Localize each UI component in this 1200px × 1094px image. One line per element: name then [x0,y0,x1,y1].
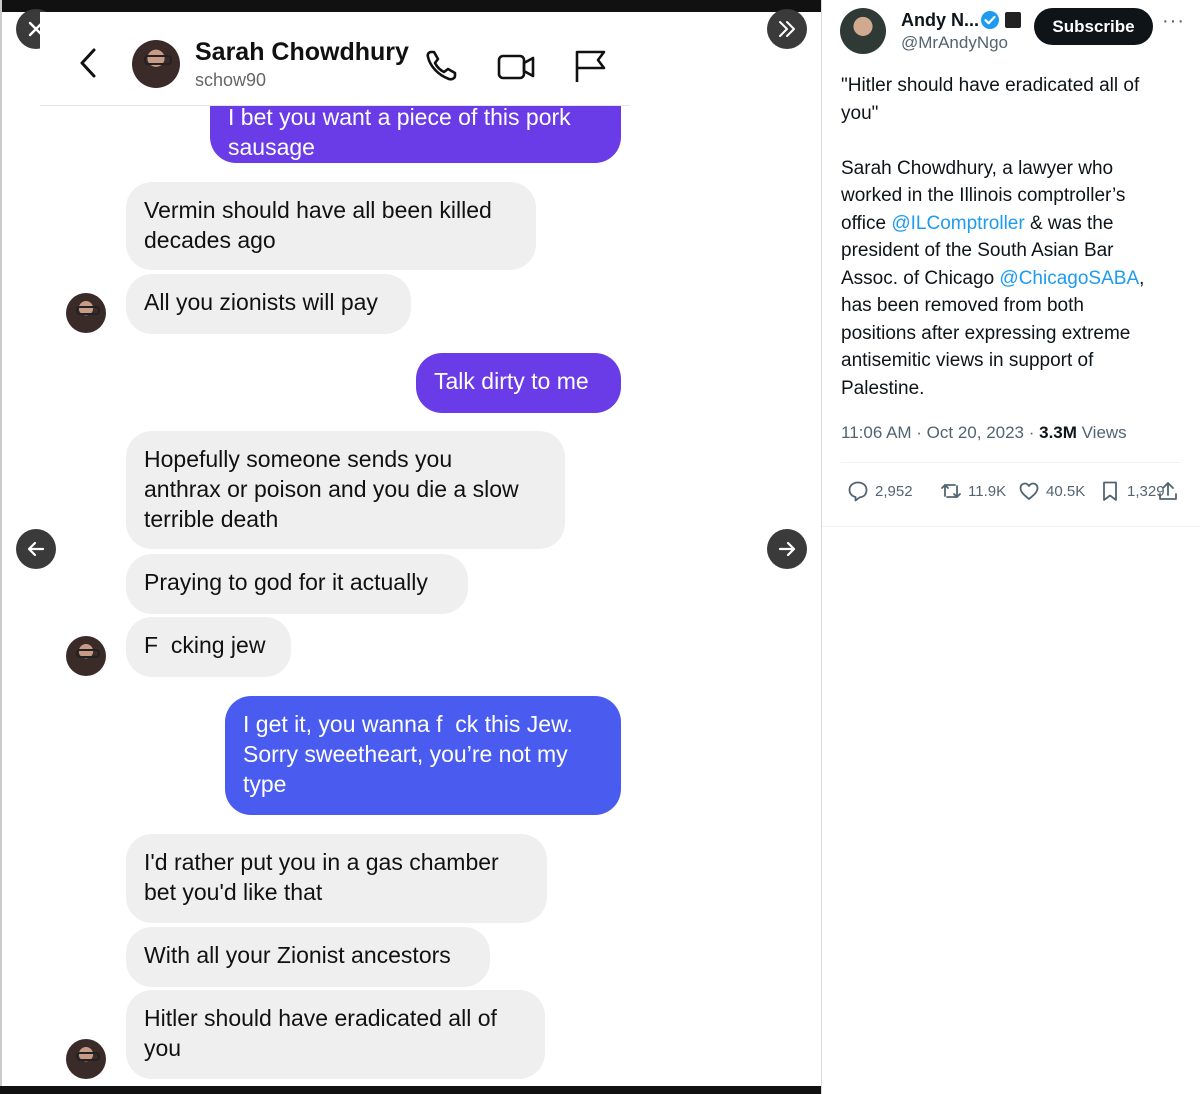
post-text-span: office [841,212,892,234]
contact-avatar [132,40,180,88]
reply-icon [848,481,868,502]
post-text-line: office @ILComptroller & was the [841,210,1171,238]
message-incoming: With all your Zionist ancestors [126,927,490,987]
repost-count: 11.9K [968,482,1007,500]
mention-link[interactable]: @ILComptroller [891,213,1024,234]
message-line: terrible death [144,506,279,532]
author-avatar[interactable] [840,8,886,54]
message-line: Hitler should have eradicated all of [144,1005,497,1031]
message-line: Hopefully someone sends you [144,446,453,472]
media-viewer: Sarah Chowdhury schow90 I bet you want a… [0,0,822,1094]
chevron-left-icon[interactable] [76,46,102,80]
sender-avatar [66,1039,106,1079]
views-label: Views [1076,423,1127,442]
share-button[interactable] [1157,478,1185,504]
message-incoming: Vermin should have all been killed decad… [126,182,536,270]
viewer-bottom-edge [0,1086,821,1094]
message-line: All you zionists will pay [144,289,378,315]
message-line: type [243,771,287,797]
post-text-line: antisemitic views in support of [841,350,1094,371]
message-outgoing: I get it, you wanna f ck this Jew. Sorry… [225,696,621,815]
viewer-top-edge [0,0,821,12]
message-incoming: I'd rather put you in a gas chamber bet … [126,834,547,923]
message-line: With all your Zionist ancestors [144,942,451,968]
contact-name: Sarah Chowdhury [195,38,409,66]
contact-handle: schow90 [195,70,267,90]
author-handle[interactable]: @MrAndyNgo [901,33,1008,53]
post-text-span: Assoc. of Chicago [841,267,1000,289]
message-line: Praying to god for it actually [144,569,428,595]
post-text-span: , [1139,267,1145,289]
message-incoming: All you zionists will pay [126,274,411,334]
post-panel: Andy N... @MrAndyNgo Subscribe ··· "Hitl… [822,0,1200,1094]
post-text-line: worked in the Illinois comptroller’s [841,185,1126,206]
arrow-left-icon[interactable] [16,529,56,569]
flag-icon[interactable] [570,46,610,86]
verified-badge-icon [981,11,999,29]
message-incoming: Praying to god for it actually [126,554,468,614]
post-text-line: has been removed from both [841,295,1084,316]
message-line: Talk dirty to me [434,368,589,394]
sender-avatar [66,293,106,333]
bookmark-button[interactable]: 1,329 [1099,478,1165,504]
double-chevron-right-icon[interactable] [767,9,807,49]
message-line: decades ago [144,227,276,253]
divider [822,526,1200,527]
message-outgoing: Talk dirty to me [416,353,621,413]
divider [841,462,1181,463]
message-incoming: Hitler should have eradicated all of you [126,990,545,1079]
video-icon[interactable] [496,46,536,86]
message-line: I'd rather put you in a gas chamber [144,849,499,875]
message-line: Sorry sweetheart, you’re not my [243,741,568,767]
reply-button[interactable]: 2,952 [847,478,913,504]
post-text-line: Assoc. of Chicago @ChicagoSABA, [841,265,1171,293]
mention-link[interactable]: @ChicagoSABA [999,268,1139,289]
like-button[interactable]: 40.5K [1018,478,1085,504]
message-incoming: Hopefully someone sends you anthrax or p… [126,431,565,549]
heart-icon [1019,482,1039,500]
author-name[interactable]: Andy N... [901,10,979,31]
message-incoming: F cking jew [126,617,291,677]
phone-icon[interactable] [422,46,462,86]
affiliation-badge-icon [1005,12,1021,28]
post-body: "Hitler should have eradicated all of yo… [841,72,1171,402]
post-text-line: "Hitler should have eradicated all of [841,75,1140,96]
arrow-right-icon[interactable] [767,529,807,569]
message-line: I bet you want a piece of this pork [228,104,571,130]
chat-header: Sarah Chowdhury schow90 [40,12,630,106]
post-timestamp[interactable]: 11:06 AM · Oct 20, 2023 · 3.3M Views [841,423,1127,443]
share-icon [1159,482,1177,500]
message-line: you [144,1035,182,1061]
post-text-line: Sarah Chowdhury, a lawyer who [841,157,1114,179]
message-line: Vermin should have all been killed [144,197,492,223]
post-text-line: you" [841,102,879,124]
viewer-left-edge [0,0,2,1094]
action-bar: 2,952 11.9K 40.5K 1,329 [841,478,1186,504]
repost-button[interactable]: 11.9K [940,478,1006,504]
message-line: bet you'd like that [144,879,323,905]
sender-avatar [66,636,106,676]
views-count: 3.3M [1039,423,1077,442]
bookmark-icon [1103,481,1117,501]
post-text-line: Palestine. [841,377,925,399]
post-text-span: & was the [1024,212,1114,234]
repost-icon [941,484,961,498]
like-count: 40.5K [1046,482,1086,500]
more-options-icon[interactable]: ··· [1162,10,1185,33]
message-line: F cking jew [144,632,266,658]
reply-count: 2,952 [875,482,913,500]
message-line: sausage [228,134,315,160]
message-line: I get it, you wanna f ck this Jew. [243,711,573,737]
timestamp-text[interactable]: 11:06 AM · Oct 20, 2023 · [841,423,1039,442]
message-line: anthrax or poison and you die a slow [144,476,519,502]
post-text-line: positions after expressing extreme [841,322,1131,344]
post-text-line: president of the South Asian Bar [841,240,1114,261]
subscribe-button[interactable]: Subscribe [1034,8,1153,45]
